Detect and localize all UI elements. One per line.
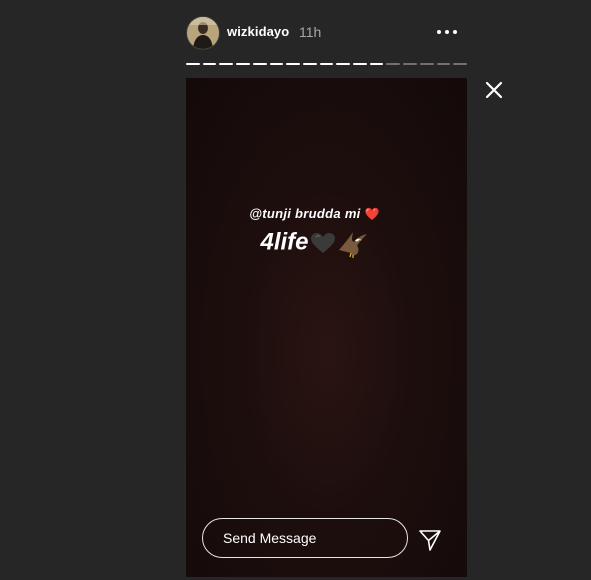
story-media[interactable]: @tunji brudda mi ❤️ 4life	[186, 78, 467, 577]
progress-segment	[286, 63, 300, 65]
caption-text: 4life	[260, 228, 309, 256]
progress-segment	[302, 63, 317, 65]
progress-segment	[403, 63, 417, 65]
progress-segment	[236, 63, 250, 65]
ellipsis-icon	[453, 30, 457, 34]
caption-text: @tunji brudda mi	[249, 206, 361, 221]
story-caption-4life: 4life	[186, 228, 455, 258]
more-options-button[interactable]	[432, 22, 462, 42]
close-icon[interactable]	[482, 78, 506, 102]
progress-segment	[202, 63, 217, 65]
red-heart-emoji-icon: ❤️	[364, 207, 380, 221]
ellipsis-icon	[437, 30, 441, 34]
story-caption-mention: @tunji brudda mi ❤️	[186, 206, 455, 221]
timestamp: 11h	[299, 24, 322, 40]
avatar[interactable]	[186, 16, 220, 50]
profile-photo-icon	[187, 17, 219, 49]
paper-plane-icon[interactable]	[418, 528, 442, 552]
progress-segment	[369, 63, 384, 65]
progress-segment	[353, 63, 367, 65]
ellipsis-icon	[445, 30, 449, 34]
progress-segment	[336, 63, 351, 65]
progress-segment	[319, 63, 334, 65]
progress-segment	[419, 63, 434, 65]
progress-segment	[252, 63, 267, 65]
progress-segment	[269, 63, 284, 65]
username[interactable]: wizkidayo	[227, 24, 289, 39]
progress-segment	[186, 63, 200, 65]
eagle-icon	[338, 232, 367, 258]
story-progress-bar	[186, 63, 467, 65]
progress-segment	[436, 63, 451, 65]
progress-segment	[386, 63, 401, 65]
black-heart-icon	[310, 233, 335, 253]
progress-segment	[453, 63, 467, 65]
send-message-input[interactable]	[202, 518, 408, 558]
story-viewer: wizkidayo 11h @tunji brudda mi ❤️ 4life	[0, 0, 591, 580]
progress-segment	[219, 63, 234, 65]
